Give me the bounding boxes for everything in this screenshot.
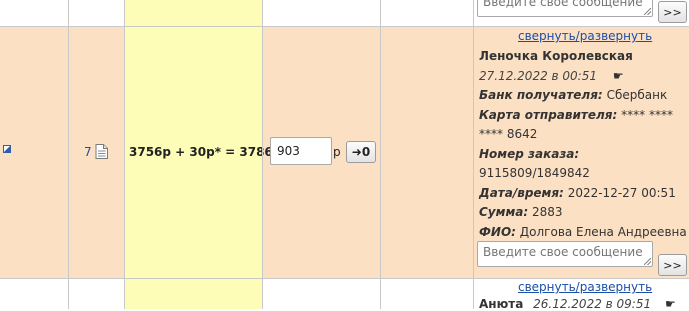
detail-card: Карта отправителя: **** **** **** 8642: [479, 107, 673, 142]
toggle-collapse-link[interactable]: свернуть/развернуть: [518, 29, 652, 43]
message-input[interactable]: [477, 0, 653, 17]
calc-column-cell: [125, 0, 262, 26]
column-divider: [124, 0, 125, 309]
detail-datetime: Дата/время: 2022-12-27 00:51: [479, 185, 676, 200]
resize-grip-icon[interactable]: [644, 258, 651, 265]
order-number-link[interactable]: 7: [84, 145, 92, 159]
column-divider: [473, 0, 474, 309]
toggle-collapse-link[interactable]: свернуть/развернуть: [518, 280, 652, 294]
column-divider: [68, 0, 69, 309]
row-checkbox-icon[interactable]: [3, 145, 11, 153]
table-row-top: >>: [0, 0, 689, 26]
detail-sum: Сумма: 2883: [479, 205, 563, 219]
send-message-button[interactable]: >>: [658, 1, 687, 23]
column-divider: [262, 0, 263, 309]
message-input[interactable]: [477, 241, 653, 267]
payment-calculation: 3756р + 30р* = 3786р: [129, 145, 282, 159]
detail-bank: Банк получателя: Сбербанк: [479, 88, 668, 102]
sender-name: Леночка Королевская: [479, 49, 633, 63]
detail-order-number: Номер заказа: 9115809/1849842: [479, 146, 590, 181]
reset-zero-button[interactable]: ➜0: [346, 141, 376, 163]
table-row-selected: 7 3756р + 30р* = 3786р р ➜0 свернуть/раз…: [0, 26, 689, 278]
calc-column-cell: [125, 278, 262, 309]
payment-info: Леночка Королевская 27.12.2022 в 00:51 ☛…: [479, 47, 687, 242]
row-divider: [0, 26, 689, 27]
table-row-next: свернуть/развернуть Анюта 26.12.2022 в 0…: [0, 278, 689, 311]
send-message-button[interactable]: >>: [658, 254, 687, 276]
currency-label: р: [333, 145, 341, 159]
pointer-hand-icon[interactable]: ☛: [613, 69, 624, 83]
amount-input[interactable]: [270, 137, 332, 165]
document-icon[interactable]: [95, 144, 108, 159]
detail-fio: ФИО: Долгова Елена Андреевна: [479, 224, 687, 239]
column-divider: [380, 0, 381, 309]
message-date: 27.12.2022 в 00:51: [479, 68, 597, 83]
row-divider: [0, 278, 689, 279]
resize-grip-icon[interactable]: [644, 8, 651, 15]
